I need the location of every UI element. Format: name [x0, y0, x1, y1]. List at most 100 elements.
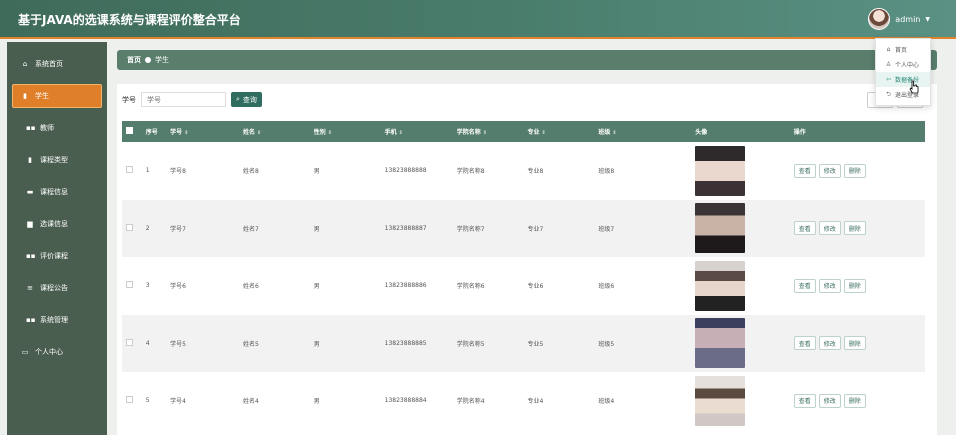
table-row: 3 学号6 姓名6 男 13823888886 学院名称6 专业6 班级6 查看 修改 删除 [122, 257, 925, 315]
row-checkbox[interactable] [126, 223, 133, 231]
cell-student-no: 学号5 [170, 340, 186, 348]
delete-button[interactable]: 删除 [843, 221, 866, 236]
cell-name: 姓名4 [242, 398, 259, 406]
hand-cursor-icon [909, 80, 919, 94]
sidebar-item[interactable]: ▆ 选课信息 [7, 212, 107, 236]
edit-button[interactable]: 修改 [818, 221, 841, 236]
sidebar: ⌂ 系统首页 ▮ 学生 ▪▪ 教师 ▮ 课程类型 ▬ 课程信息 ▆ 选课信息 ▪▪ 评价课程 ≡ 课程公告 ▪▪… [7, 42, 107, 435]
cell-gender: 男 [313, 283, 320, 291]
row-checkbox[interactable] [126, 166, 133, 174]
view-button[interactable]: 查看 [793, 393, 816, 408]
delete-button[interactable]: 删除 [843, 336, 866, 351]
row-select-cell [122, 200, 142, 258]
sort-icon[interactable]: ⇕ [328, 130, 332, 136]
dot-icon [145, 57, 151, 63]
actions-cell: 查看 修改 删除 [790, 200, 925, 258]
cell-class: 班级6 [598, 283, 615, 291]
home-icon: ⌂ [22, 60, 28, 68]
cell-phone: 13823888884 [384, 397, 427, 405]
edit-button[interactable]: 修改 [818, 393, 841, 408]
breadcrumb: 首页 学生 [117, 50, 937, 70]
user-menu-item[interactable]: ⮌ 退出登录 [876, 87, 930, 102]
cell-college: 学院名称6 [456, 283, 485, 291]
cell-phone: 13823888888 [384, 167, 427, 175]
cell-class: 班级4 [598, 398, 615, 406]
user-menu-item[interactable]: ⇦ 数据备份 [876, 72, 930, 87]
cell-index: 1 [145, 167, 150, 175]
actions-cell: 查看 修改 删除 [790, 257, 925, 315]
student-photo [695, 375, 746, 426]
sidebar-item[interactable]: ▪▪ 系统管理 [7, 308, 107, 332]
grid-icon: ▪▪ [26, 252, 36, 260]
row-checkbox[interactable] [126, 281, 133, 289]
photo-cell [691, 257, 789, 315]
sidebar-item[interactable]: ⌂ 系统首页 [7, 52, 107, 76]
username[interactable]: admin [895, 15, 920, 24]
select-all-checkbox[interactable] [126, 127, 133, 134]
cell-college: 学院名称4 [456, 398, 485, 406]
delete-button[interactable]: 删除 [843, 278, 866, 293]
sort-icon[interactable]: ⇕ [483, 130, 487, 136]
search-input[interactable] [141, 92, 226, 107]
sidebar-item[interactable]: ▮ 学生 [12, 84, 102, 108]
logout-icon: ⮌ [886, 90, 891, 98]
delete-button[interactable]: 删除 [843, 163, 866, 178]
cell-index: 4 [145, 339, 150, 347]
cell-student-no: 学号8 [170, 168, 186, 176]
cell-phone: 13823888887 [384, 224, 427, 232]
briefcase-icon: ▆ [27, 220, 33, 228]
cell-college: 学院名称7 [456, 225, 485, 233]
view-button[interactable]: 查看 [793, 336, 816, 351]
select-all-cell [122, 121, 142, 142]
sort-icon[interactable]: ⇕ [542, 130, 546, 136]
search-button[interactable]: ⌕ 查询 [231, 92, 262, 107]
user-area[interactable]: admin ▼ [868, 8, 930, 30]
sort-icon[interactable]: ⇕ [184, 130, 188, 136]
column-header[interactable]: 专业 ⇕ [524, 121, 595, 142]
table-row: 4 学号5 姓名5 男 13823888885 学院名称5 专业5 班级5 查看 修改 删除 [122, 314, 925, 373]
column-header[interactable]: 手机 ⇕ [381, 121, 453, 142]
sidebar-item[interactable]: ▮ 课程类型 [7, 148, 107, 172]
sidebar-item[interactable]: ▬ 课程信息 [7, 180, 107, 204]
row-checkbox[interactable] [126, 396, 133, 404]
column-header[interactable]: 学院名称 ⇕ [453, 121, 524, 142]
table-header-row: 序号 学号 ⇕ 姓名 ⇕ 性别 ⇕ 手机 ⇕ 学院名称 ⇕ 专业 ⇕ 班级 ⇕ 头像 操作 [122, 121, 925, 142]
column-header[interactable]: 班级 ⇕ [594, 121, 691, 142]
edit-button[interactable]: 修改 [818, 278, 841, 293]
sidebar-item[interactable]: ▪▪ 评价课程 [7, 244, 107, 268]
edit-button[interactable]: 修改 [818, 336, 841, 351]
view-button[interactable]: 查看 [793, 278, 816, 293]
sort-icon[interactable]: ⇕ [399, 130, 403, 136]
table-body: 1 学号8 姓名8 男 13823888888 学院名称8 专业8 班级8 查看 修改 删除 2 学号7… [122, 142, 925, 430]
cell-major: 专业5 [527, 340, 544, 348]
photo-cell [691, 142, 789, 200]
user-icon: ♙ [885, 61, 892, 68]
student-icon: ▮ [23, 92, 27, 100]
cell-name: 姓名5 [242, 340, 259, 348]
sidebar-item[interactable]: ▪▪ 教师 [7, 116, 107, 140]
edit-button[interactable]: 修改 [818, 163, 841, 178]
cell-index: 5 [145, 397, 150, 405]
view-button[interactable]: 查看 [793, 221, 816, 236]
row-select-cell [122, 142, 142, 200]
sidebar-item[interactable]: ≡ 课程公告 [7, 276, 107, 300]
sidebar-item[interactable]: ▭ 个人中心 [7, 340, 107, 364]
avatar[interactable] [868, 8, 891, 30]
chevron-down-icon[interactable]: ▼ [925, 16, 930, 23]
delete-button[interactable]: 删除 [843, 393, 866, 408]
breadcrumb-home[interactable]: 首页 [127, 55, 141, 65]
view-button[interactable]: 查看 [793, 163, 816, 178]
students-table: 序号 学号 ⇕ 姓名 ⇕ 性别 ⇕ 手机 ⇕ 学院名称 ⇕ 专业 ⇕ 班级 ⇕ 头像 操作 1 学号8 姓名8 男 13… [122, 121, 925, 430]
user-menu-item[interactable]: ⌂ 首页 [876, 42, 930, 57]
column-header[interactable]: 性别 ⇕ [310, 121, 381, 142]
cell-gender: 男 [313, 398, 320, 406]
row-checkbox[interactable] [126, 338, 133, 346]
column-header: 操作 [793, 129, 806, 136]
column-header[interactable]: 学号 ⇕ [166, 121, 239, 142]
cell-class: 班级5 [598, 340, 615, 348]
sort-icon[interactable]: ⇕ [612, 130, 616, 136]
user-menu-item[interactable]: ♙ 个人中心 [876, 57, 930, 72]
photo-cell [691, 315, 789, 373]
sort-icon[interactable]: ⇕ [257, 130, 261, 136]
column-header[interactable]: 姓名 ⇕ [239, 121, 310, 142]
